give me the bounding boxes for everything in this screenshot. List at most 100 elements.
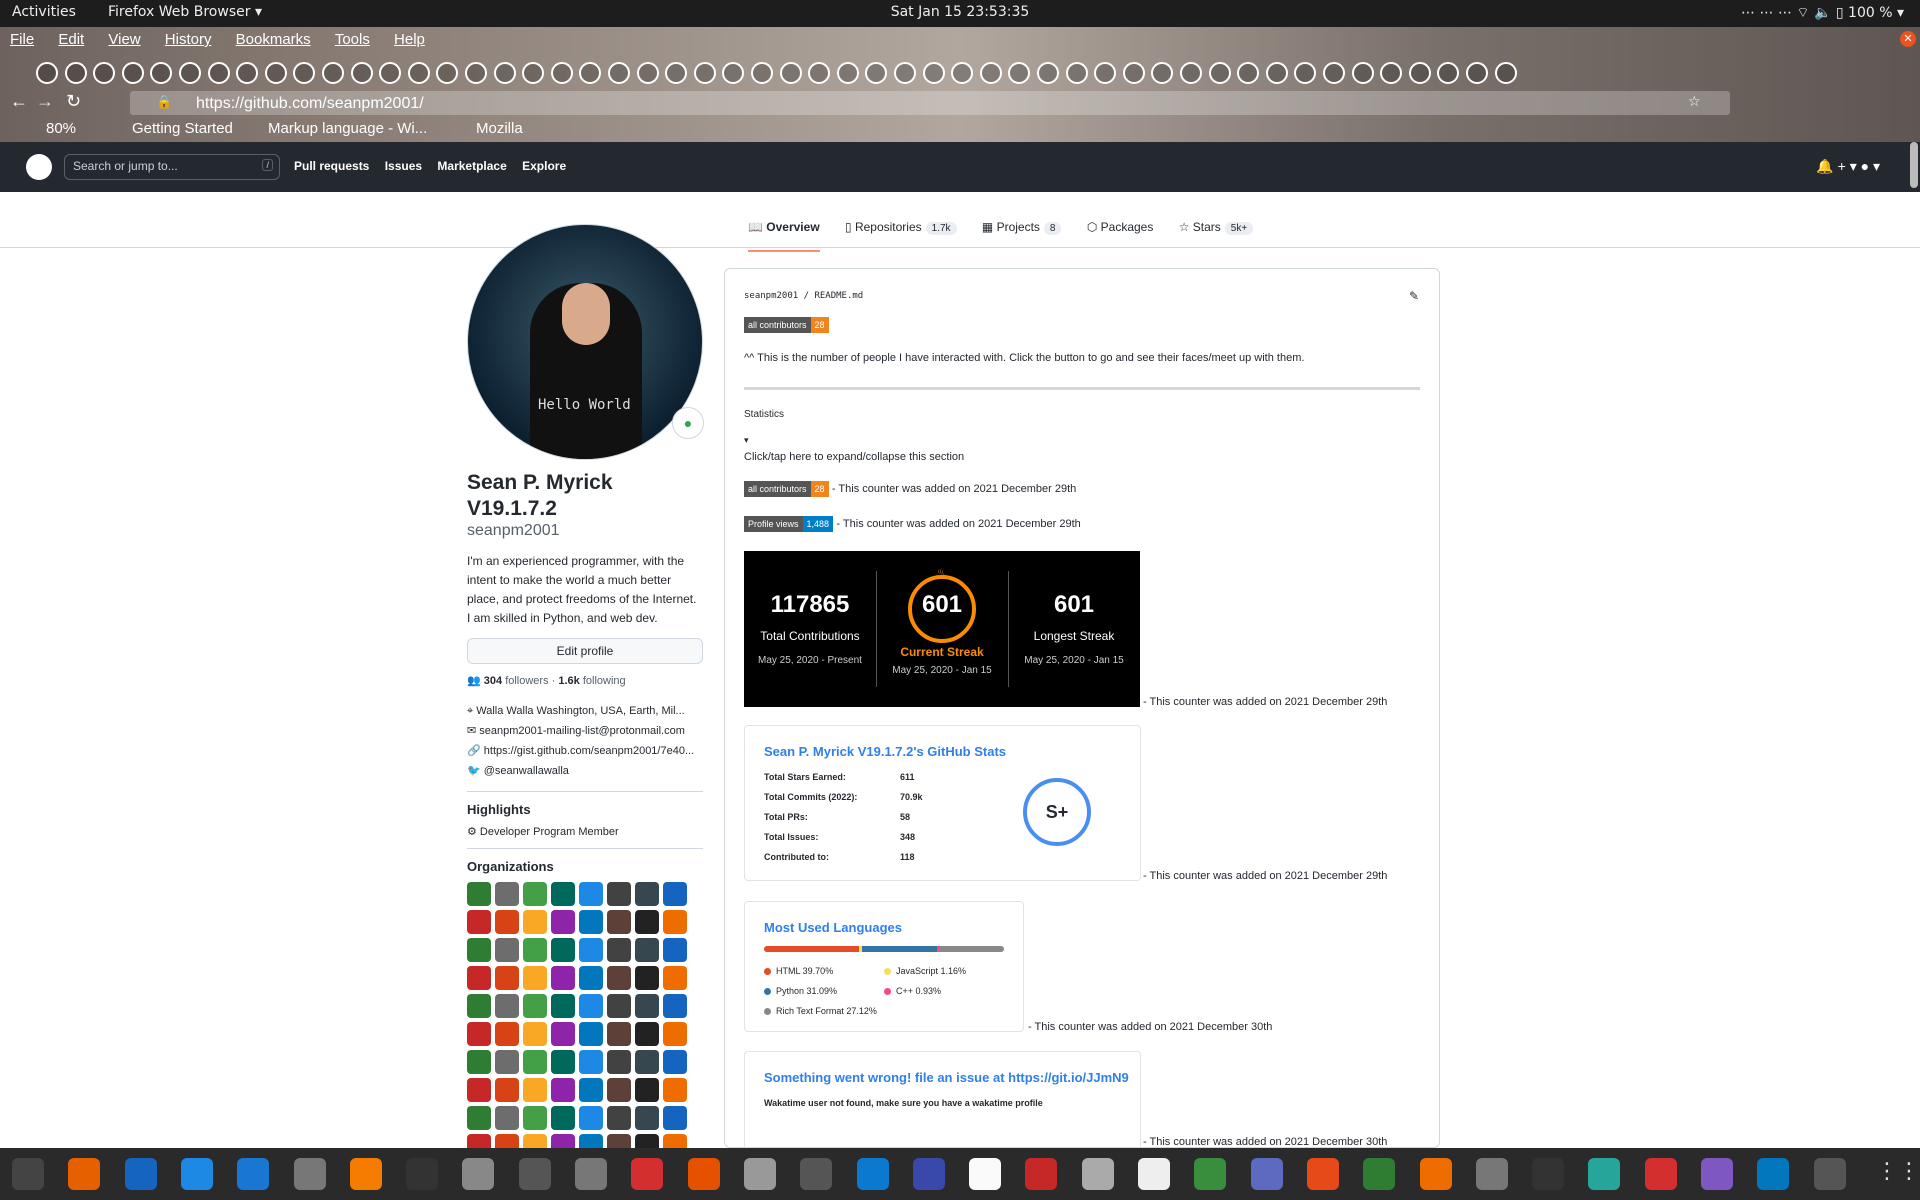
organization-avatar[interactable] [523, 1022, 547, 1046]
organization-avatar[interactable] [635, 882, 659, 906]
organization-avatar[interactable] [523, 966, 547, 990]
pencil-icon[interactable]: ✎ [1409, 289, 1419, 303]
status-emoji-icon[interactable]: ● [672, 407, 704, 439]
bookmark-folder-mozilla[interactable]: Mozilla [476, 120, 523, 137]
organization-avatar[interactable] [607, 1106, 631, 1130]
organization-avatar[interactable] [523, 938, 547, 962]
back-icon[interactable]: ← [10, 91, 28, 112]
organization-avatar[interactable] [635, 910, 659, 934]
browser-tab[interactable] [522, 62, 545, 84]
browser-tab[interactable] [1008, 62, 1031, 84]
dock-app-icon[interactable] [969, 1158, 1002, 1190]
email-link[interactable]: seanpm2001-mailing-list@protonmail.com [479, 725, 685, 737]
organization-avatar[interactable] [551, 882, 575, 906]
browser-tab[interactable] [407, 62, 430, 84]
organization-avatar[interactable] [663, 1022, 687, 1046]
organization-avatar[interactable] [467, 1078, 491, 1102]
organization-avatar[interactable] [523, 910, 547, 934]
browser-tab[interactable] [179, 62, 201, 84]
dock-app-icon[interactable] [1701, 1158, 1733, 1190]
organization-avatar[interactable] [551, 910, 575, 934]
browser-tab[interactable] [1065, 62, 1088, 84]
browser-tab[interactable] [1122, 62, 1145, 84]
browser-tab[interactable] [236, 62, 259, 84]
website-link[interactable]: https://gist.github.com/seanpm2001/7e40.… [484, 745, 694, 757]
organization-avatar[interactable] [607, 1050, 631, 1074]
browser-tab[interactable] [264, 62, 287, 84]
organization-avatar[interactable] [579, 1050, 603, 1074]
dock-app-icon[interactable] [1757, 1158, 1790, 1190]
organization-avatar[interactable] [579, 966, 603, 990]
browser-tab[interactable] [1323, 62, 1345, 84]
browser-tab[interactable] [207, 62, 230, 84]
followers-count[interactable]: 304 [484, 675, 502, 687]
organization-avatar[interactable] [467, 910, 491, 934]
organization-avatar[interactable] [551, 994, 575, 1018]
close-window-icon[interactable]: ✕ [1900, 31, 1916, 47]
all-contributors-badge[interactable]: all contributors 28 [744, 317, 829, 333]
browser-tab[interactable] [608, 62, 630, 84]
browser-tab[interactable] [665, 62, 688, 84]
browser-tab[interactable] [1380, 62, 1403, 84]
menu-tools[interactable]: Tools [335, 31, 370, 48]
dock-app-icon[interactable] [1025, 1158, 1058, 1190]
organization-avatar[interactable] [635, 1050, 659, 1074]
tab-packages[interactable]: ⬡ Packages [1087, 220, 1154, 250]
profile-views-badge[interactable]: Profile views 1,488 [744, 516, 834, 532]
organization-avatar[interactable] [523, 1106, 547, 1130]
dock-app-icon[interactable] [1250, 1158, 1283, 1190]
browser-tab[interactable] [1437, 62, 1460, 84]
dock-app-icon[interactable] [1475, 1158, 1508, 1190]
organization-avatar[interactable] [467, 966, 491, 990]
browser-tab[interactable] [121, 62, 144, 84]
organization-avatar[interactable] [467, 1022, 491, 1046]
organization-avatar[interactable] [551, 1050, 575, 1074]
streak-card[interactable]: 117865 Total Contributions May 25, 2020 … [744, 551, 1140, 707]
browser-tab[interactable] [64, 62, 87, 84]
browser-tab[interactable] [1094, 62, 1117, 84]
organization-avatar[interactable] [495, 910, 519, 934]
organization-avatar[interactable] [579, 994, 603, 1018]
browser-tab[interactable] [1151, 62, 1174, 84]
organization-avatar[interactable] [579, 910, 603, 934]
dock-app-icon[interactable] [1588, 1158, 1621, 1190]
bookmark-getting-started[interactable]: Getting Started [132, 120, 233, 137]
menu-edit[interactable]: Edit [58, 31, 84, 48]
browser-tab[interactable] [1265, 62, 1288, 84]
organization-avatar[interactable] [607, 994, 631, 1018]
github-logo-icon[interactable] [26, 154, 52, 180]
browser-tab[interactable] [350, 62, 373, 84]
organization-avatar[interactable] [551, 1078, 575, 1102]
clock[interactable]: Sat Jan 15 23:53:35 [0, 4, 1920, 20]
organization-avatar[interactable] [635, 1078, 659, 1102]
dock-app-icon[interactable] [1081, 1158, 1114, 1190]
details-toggle-icon[interactable]: ▾ [744, 435, 749, 446]
browser-tab[interactable] [1208, 62, 1231, 84]
browser-tab[interactable] [436, 62, 459, 84]
organization-avatar[interactable] [551, 938, 575, 962]
browser-tab[interactable] [894, 62, 916, 84]
lock-icon[interactable]: 🔒 [156, 94, 172, 110]
dock-app-icon[interactable] [687, 1158, 720, 1190]
dock-app-icon[interactable] [406, 1158, 439, 1190]
followers-label[interactable]: followers [505, 675, 548, 687]
organization-avatar[interactable] [551, 966, 575, 990]
languages-card[interactable]: Most Used Languages HTML 39.70% JavaScri… [744, 901, 1024, 1032]
dock-app-icon[interactable] [912, 1158, 945, 1190]
dock-app-icon[interactable] [349, 1158, 382, 1190]
dock-app-icon[interactable] [1813, 1158, 1846, 1190]
dock-app-icon[interactable] [631, 1158, 664, 1190]
organization-avatar[interactable] [495, 966, 519, 990]
dock-app-icon[interactable] [462, 1158, 495, 1190]
reload-icon[interactable]: ↻ [66, 91, 81, 112]
organization-avatar[interactable] [495, 882, 519, 906]
organization-avatar[interactable] [467, 938, 491, 962]
bookmark-markup-language[interactable]: Markup language - Wi... [268, 120, 427, 137]
nav-issues[interactable]: Issues [385, 159, 422, 173]
organization-avatar[interactable] [663, 938, 687, 962]
dock-app-icon[interactable] [12, 1158, 44, 1190]
browser-tab[interactable] [465, 62, 487, 84]
organization-avatar[interactable] [663, 910, 687, 934]
nav-marketplace[interactable]: Marketplace [437, 159, 506, 173]
organization-avatar[interactable] [579, 1022, 603, 1046]
